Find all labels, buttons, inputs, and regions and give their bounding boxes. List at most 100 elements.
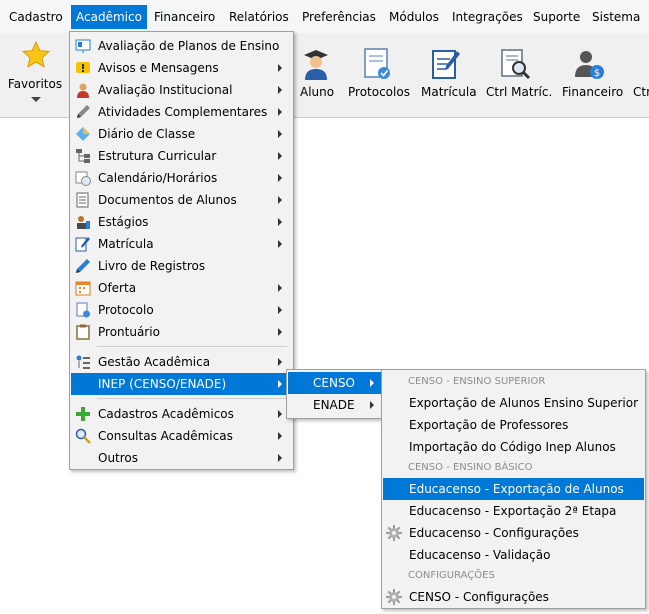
menu-item-consultas-academicas[interactable]: Consultas Acadêmicas — [71, 425, 292, 447]
menu-item-label: Educacenso - Validação — [409, 548, 551, 562]
calendar-clock-icon — [75, 171, 91, 186]
menu-item-educacenso-exportacao-2-etapa[interactable]: Educacenso - Exportação 2ª Etapa — [383, 500, 644, 522]
documents-icon — [76, 192, 89, 208]
menu-item-inep[interactable]: INEP (CENSO/ENADE) — [71, 373, 292, 395]
inep-submenu: CENSO ENADE — [286, 369, 384, 419]
menu-item-educacenso-validacao[interactable]: Educacenso - Validação — [383, 544, 644, 566]
menu-item-label: Protocolo — [98, 303, 154, 317]
toolbar-matricula[interactable]: Matrícula — [420, 33, 477, 117]
toolbar-financeiro[interactable]: $ Financeiro — [560, 33, 624, 117]
chevron-right-icon — [278, 240, 282, 248]
menu-academico[interactable]: Acadêmico — [71, 5, 147, 29]
toolbar-ctrl-partial[interactable]: Ctr — [630, 33, 649, 117]
menu-item-label: Avisos e Mensagens — [98, 61, 219, 75]
svg-text:$: $ — [594, 68, 600, 79]
menu-item-gestao[interactable]: Gestão Acadêmica — [71, 351, 292, 373]
favorites-label: Favoritos — [7, 77, 63, 91]
chevron-right-icon — [278, 130, 282, 138]
menu-item-estrutura[interactable]: Estrutura Curricular — [71, 145, 292, 167]
chevron-right-icon — [278, 410, 282, 418]
toolbar-label: Ctrl Matríc. — [486, 85, 553, 99]
menu-item-label: Gestão Acadêmica — [98, 355, 211, 369]
menu-item-prontuario[interactable]: Prontuário — [71, 321, 292, 343]
plus-icon — [76, 407, 90, 421]
toolbar-protocolos[interactable]: Protocolos — [346, 33, 410, 117]
menu-item-outros[interactable]: Outros — [71, 447, 292, 469]
menu-item-atividades[interactable]: Atividades Complementares — [71, 101, 292, 123]
menu-item-exportacao-alunos-superior[interactable]: Exportação de Alunos Ensino Superior — [383, 392, 644, 414]
menu-item-label: Consultas Acadêmicas — [98, 429, 233, 443]
menu-item-label: Educacenso - Exportação de Alunos — [409, 482, 624, 496]
menu-item-avaliacao-institucional[interactable]: Avaliação Institucional — [71, 79, 292, 101]
pencil-icon — [77, 105, 90, 118]
menu-item-label: INEP (CENSO/ENADE) — [98, 377, 227, 391]
document-search-icon — [501, 49, 531, 80]
toolbar-aluno[interactable]: Aluno — [296, 33, 336, 117]
menu-sistema[interactable]: Sistema — [587, 5, 645, 29]
menu-item-educacenso-configuracoes[interactable]: Educacenso - Configurações — [383, 522, 644, 544]
menu-item-avaliacao-planos[interactable]: Avaliação de Planos de Ensino — [71, 35, 292, 57]
favorites-button[interactable]: Favoritos — [0, 33, 71, 117]
menu-item-label: Estágios — [98, 215, 149, 229]
menu-item-label: Documentos de Alunos — [98, 193, 237, 207]
document-check-icon — [364, 48, 390, 79]
menu-item-livro[interactable]: Livro de Registros — [71, 255, 292, 277]
menu-item-importacao-codigo-inep[interactable]: Importação do Código Inep Alunos — [383, 436, 644, 458]
chevron-right-icon — [278, 432, 282, 440]
menu-item-cadastros-academicos[interactable]: Cadastros Acadêmicos — [71, 403, 292, 425]
chevron-down-icon[interactable] — [31, 97, 41, 102]
menu-preferencias[interactable]: Preferências — [297, 5, 381, 29]
menu-item-documentos[interactable]: Documentos de Alunos — [71, 189, 292, 211]
menu-item-matricula[interactable]: Matrícula — [71, 233, 292, 255]
menu-modulos[interactable]: Módulos — [384, 5, 444, 29]
menu-financeiro[interactable]: Financeiro — [149, 5, 220, 29]
menu-bar: Cadastro Acadêmico Financeiro Relatórios… — [0, 0, 649, 34]
menu-item-enade[interactable]: ENADE — [288, 394, 382, 416]
menu-item-label: Cadastros Acadêmicos — [98, 407, 234, 421]
chevron-right-icon — [278, 284, 282, 292]
chevron-right-icon — [278, 196, 282, 204]
chevron-right-icon — [278, 108, 282, 116]
menu-item-label: CENSO - Configurações — [409, 590, 549, 604]
menu-item-label: Estrutura Curricular — [98, 149, 217, 163]
menu-item-label: Diário de Classe — [98, 127, 196, 141]
person-icon — [77, 83, 89, 98]
document-check-icon — [76, 302, 90, 318]
toolbar-label: Financeiro — [562, 85, 624, 99]
academico-menu: Avaliação de Planos de Ensino Avisos e M… — [69, 31, 294, 470]
section-header-ensino-superior: CENSO - ENSINO SUPERIOR — [408, 376, 546, 387]
censo-submenu: CENSO - ENSINO SUPERIOR Exportação de Al… — [381, 369, 646, 609]
menu-item-protocolo[interactable]: Protocolo — [71, 299, 292, 321]
presentation-icon — [75, 39, 91, 53]
menu-item-avisos[interactable]: Avisos e Mensagens — [71, 57, 292, 79]
user-money-icon: $ — [575, 51, 604, 79]
gear-icon — [386, 589, 402, 605]
menu-item-estagios[interactable]: Estágios — [71, 211, 292, 233]
edit-document-icon — [432, 50, 460, 79]
toolbar-label: Protocolos — [348, 85, 410, 99]
menu-suporte[interactable]: Suporte — [528, 5, 585, 29]
menu-item-exportacao-professores[interactable]: Exportação de Professores — [383, 414, 644, 436]
menu-cadastro[interactable]: Cadastro — [4, 5, 68, 29]
book-icon — [76, 127, 90, 141]
menu-item-diario[interactable]: Diário de Classe — [71, 123, 292, 145]
toolbar-ctrl-matric[interactable]: Ctrl Matríc. — [484, 33, 553, 117]
menu-relatorios[interactable]: Relatórios — [224, 5, 294, 29]
menu-item-calendario[interactable]: Calendário/Horários — [71, 167, 292, 189]
menu-item-educacenso-exportacao-alunos[interactable]: Educacenso - Exportação de Alunos — [383, 478, 644, 500]
menu-item-label: Livro de Registros — [98, 259, 206, 273]
menu-item-oferta[interactable]: Oferta — [71, 277, 292, 299]
menu-item-censo-configuracoes[interactable]: CENSO - Configurações — [383, 586, 644, 608]
chevron-right-icon — [278, 454, 282, 462]
toolbar-label: Ctr — [633, 85, 649, 99]
menu-item-label: Educacenso - Exportação 2ª Etapa — [409, 504, 617, 518]
chevron-right-icon — [370, 379, 374, 387]
menu-separator — [97, 398, 287, 399]
menu-integracoes[interactable]: Integrações — [447, 5, 528, 29]
edit-document-icon — [75, 237, 90, 252]
chevron-right-icon — [278, 306, 282, 314]
hierarchy-icon — [76, 149, 90, 163]
menu-item-label: ENADE — [313, 398, 355, 412]
chevron-right-icon — [278, 328, 282, 336]
menu-item-censo[interactable]: CENSO — [288, 372, 382, 394]
